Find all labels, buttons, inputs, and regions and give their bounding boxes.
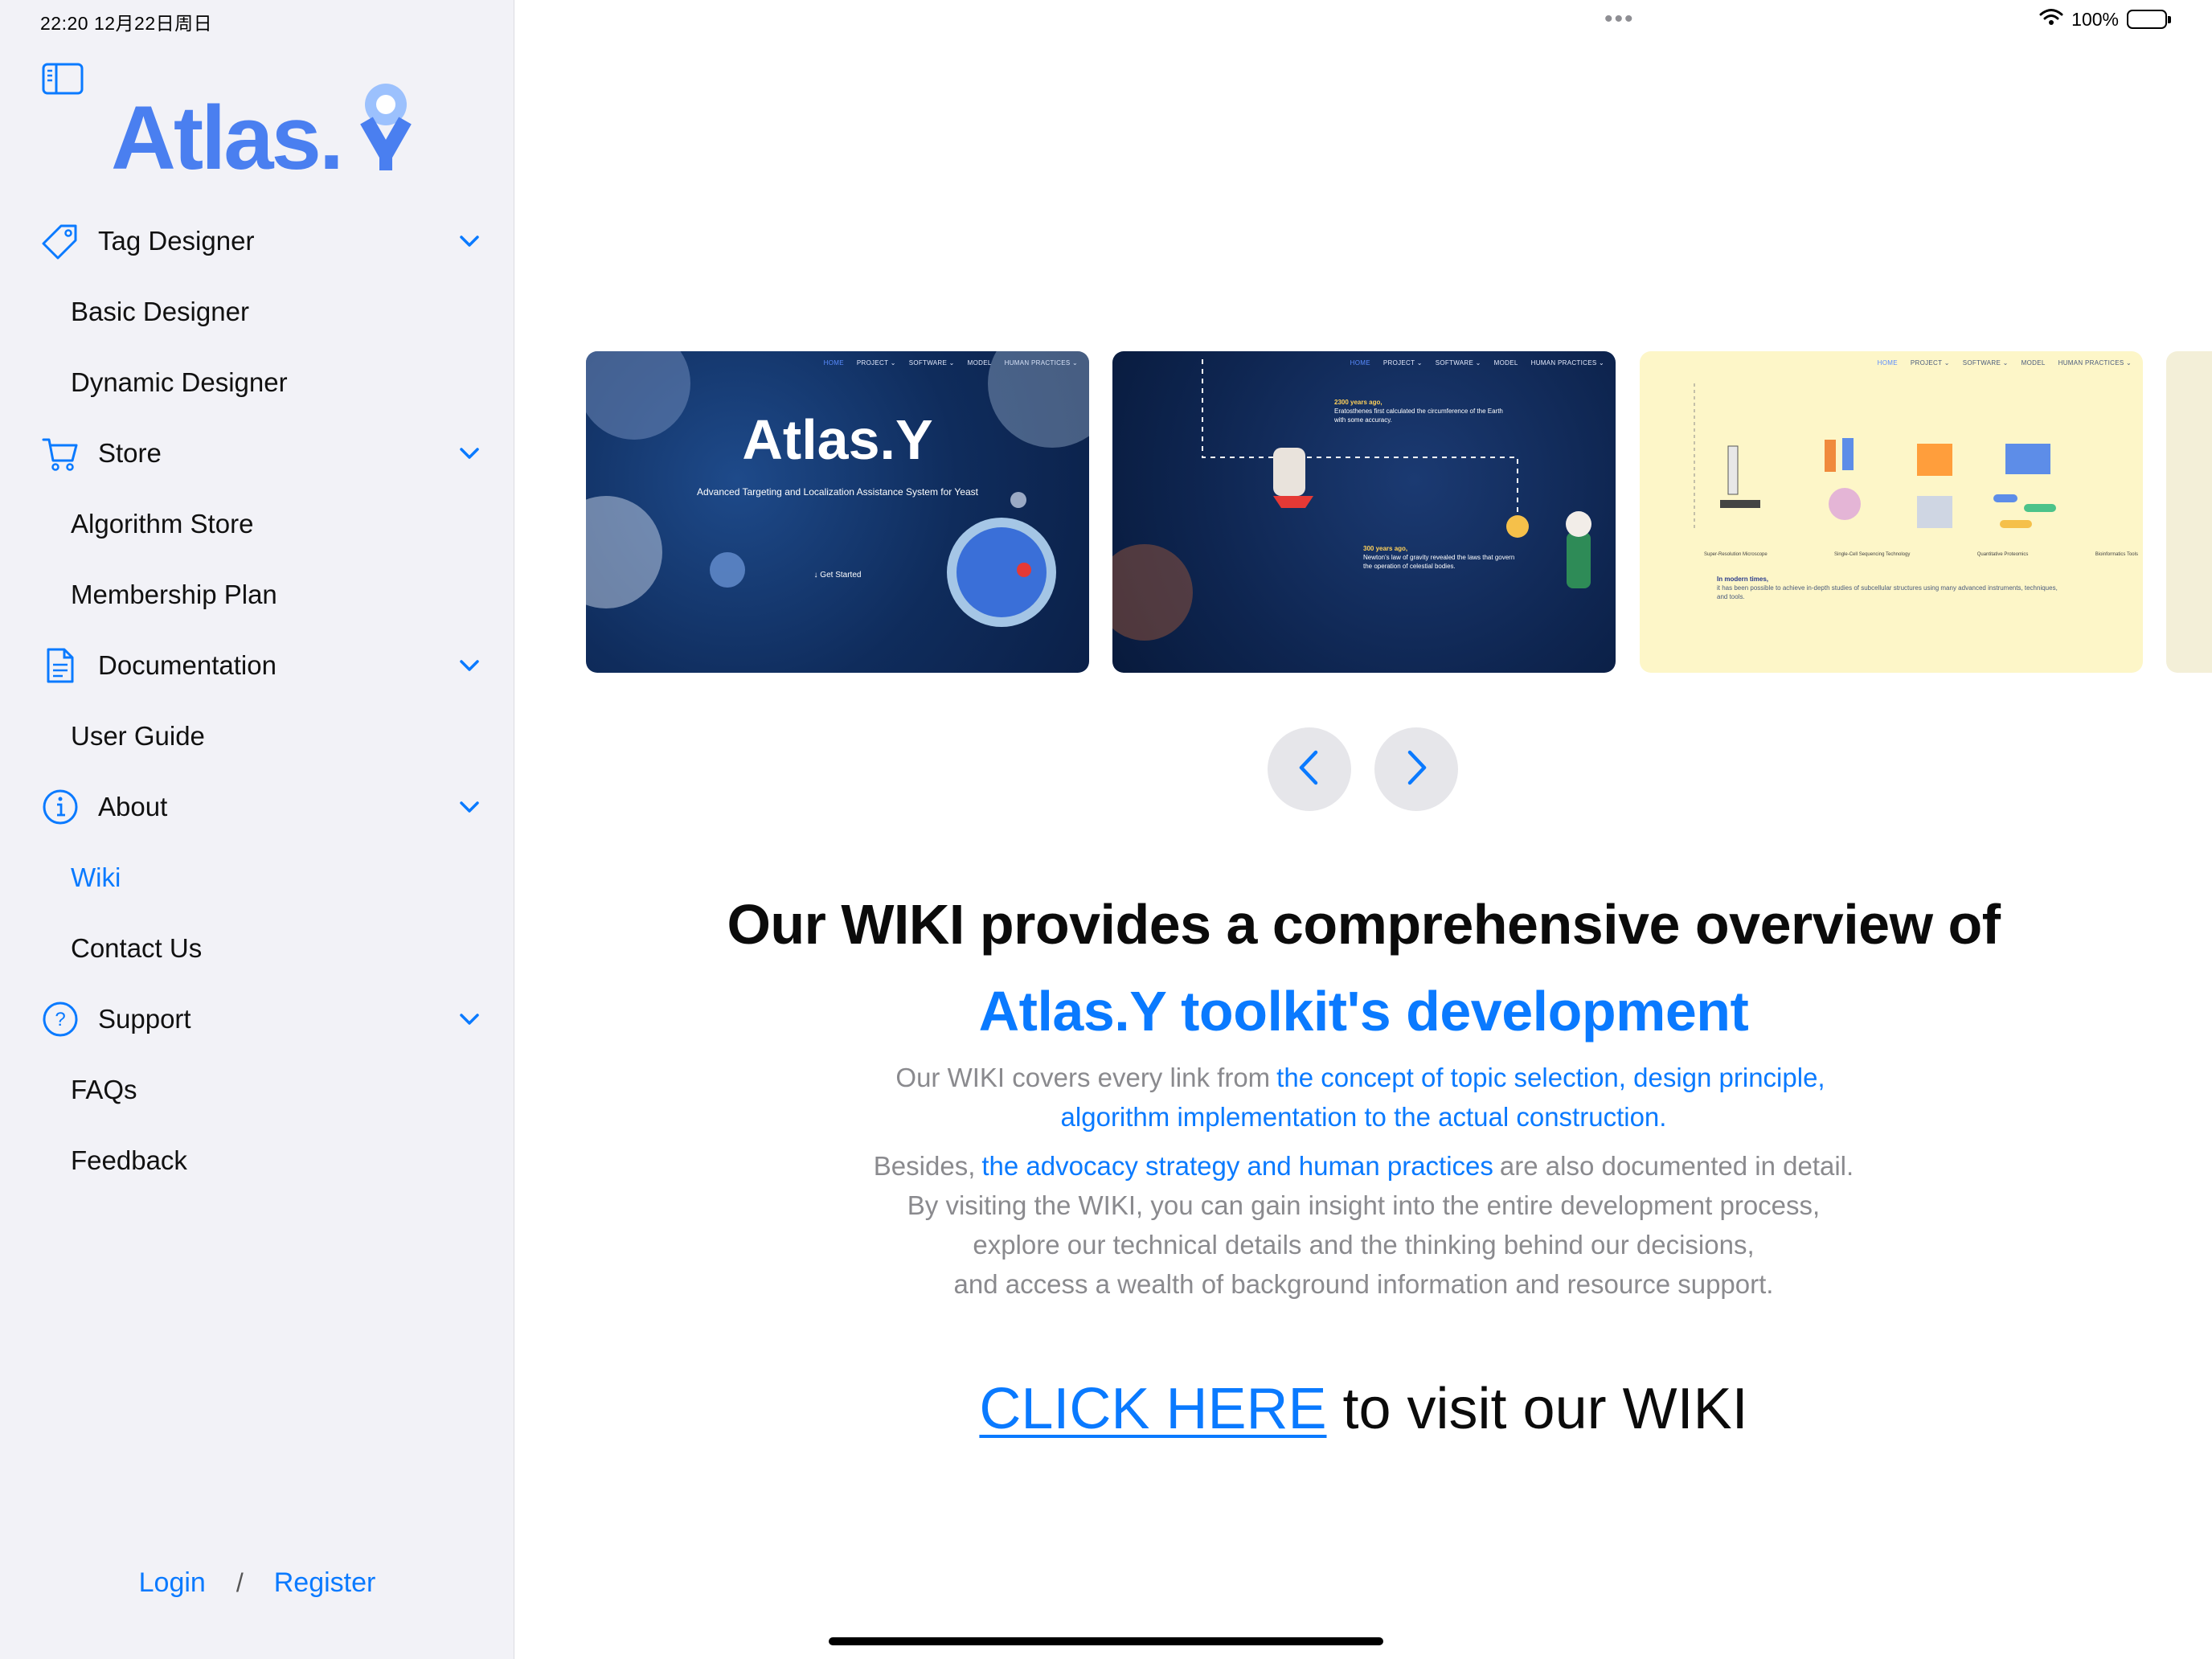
sidebar-item-feedback[interactable]: Feedback	[0, 1125, 514, 1196]
description-text: Our WIKI covers every link from	[895, 1063, 1271, 1092]
tag-icon	[42, 223, 79, 260]
slide-3-caption: Single-Cell Sequencing Technology	[1834, 552, 1911, 557]
description-text: are also documented in detail.	[1499, 1151, 1854, 1181]
sidebar-item-membership-plan[interactable]: Membership Plan	[0, 559, 514, 630]
slide-1-artwork	[586, 351, 1089, 627]
slide-2-text1: 2300 years ago, Eratosthenes first calcu…	[1334, 398, 1503, 424]
sidebar-item-wiki[interactable]: Wiki	[0, 842, 514, 913]
slide-3-text: In modern times, it has been possible to…	[1717, 575, 2062, 601]
carousel-slide-2[interactable]: HOME PROJECT ⌄ SOFTWARE ⌄ MODEL HUMAN PR…	[1112, 351, 1616, 673]
slide-3-artwork	[1694, 383, 2056, 528]
sidebar-nav: Tag Designer Basic Designer Dynamic Desi…	[0, 206, 514, 1196]
multitasking-dots-icon[interactable]: •••	[1604, 7, 1635, 31]
description-highlight: algorithm implementation to the actual c…	[1060, 1102, 1667, 1132]
chevron-right-icon	[1400, 748, 1432, 792]
sidebar-section-label: Store	[98, 438, 162, 468]
slide-2-text2-title: 300 years ago,	[1363, 545, 1408, 552]
slide-3-text-body: it has been possible to achieve in-depth…	[1717, 584, 2058, 600]
sidebar-item-contact-us[interactable]: Contact Us	[0, 913, 514, 984]
cart-icon	[42, 435, 79, 472]
click-here-link[interactable]: CLICK HERE	[979, 1377, 1326, 1441]
sidebar-section-label: Support	[98, 1004, 191, 1034]
sidebar-item-faqs[interactable]: FAQs	[0, 1055, 514, 1125]
sidebar-item-basic-designer[interactable]: Basic Designer	[0, 276, 514, 347]
svg-text:Atlas.: Atlas.	[111, 88, 342, 177]
wifi-icon	[2039, 8, 2063, 31]
sidebar-section-about[interactable]: About	[0, 772, 514, 842]
slide-3-caption: Bioinformatics Tools	[2095, 552, 2138, 557]
chevron-down-icon[interactable]	[457, 794, 482, 820]
status-indicators: 100%	[2039, 8, 2171, 31]
sidebar-section-documentation[interactable]: Documentation	[0, 630, 514, 701]
sidebar-item-algorithm-store[interactable]: Algorithm Store	[0, 489, 514, 559]
description-text: Besides,	[873, 1151, 976, 1181]
sidebar-section-support[interactable]: ? Support	[0, 984, 514, 1055]
battery-icon	[2127, 10, 2171, 29]
chevron-down-icon[interactable]	[457, 653, 482, 678]
carousel-slide-3[interactable]: HOME PROJECT ⌄ SOFTWARE ⌄ MODEL HUMAN PR…	[1640, 351, 2143, 673]
battery-percent: 100%	[2071, 8, 2119, 30]
home-indicator[interactable]	[829, 1637, 1383, 1645]
sidebar-section-store[interactable]: Store	[0, 418, 514, 489]
wiki-cta: CLICK HERE to visit our WIKI	[515, 1376, 2212, 1442]
sidebar: 22:20 12月22日周日 Atlas. Tag Designer Basic…	[0, 0, 514, 1659]
carousel-slide-4[interactable]	[2166, 351, 2212, 673]
sidebar-section-label: Documentation	[98, 650, 276, 680]
login-link[interactable]: Login	[139, 1567, 206, 1599]
question-icon: ?	[42, 1001, 79, 1038]
slide-3-caption: Quantitative Proteomics	[1976, 552, 2029, 557]
slide-2-text1-body: Eratosthenes first calculated the circum…	[1334, 408, 1503, 424]
chevron-down-icon[interactable]	[457, 1006, 482, 1032]
description-highlight: the concept of topic selection, design p…	[1276, 1063, 1825, 1092]
wiki-headline-highlight: Atlas.Y toolkit's development	[978, 980, 1749, 1043]
slide-1-get-started[interactable]: ↓ Get Started	[586, 571, 1089, 580]
sidebar-section-tag-designer[interactable]: Tag Designer	[0, 206, 514, 276]
register-link[interactable]: Register	[274, 1567, 376, 1599]
sidebar-item-user-guide[interactable]: User Guide	[0, 701, 514, 772]
info-icon	[42, 789, 79, 825]
sidebar-item-dynamic-designer[interactable]: Dynamic Designer	[0, 347, 514, 418]
slide-3-caption: Super-Resolution Microscope	[1704, 552, 1768, 557]
slide-1-subtitle: Advanced Targeting and Localization Assi…	[697, 486, 978, 498]
wiki-description-1: Our WIKI covers every link from the conce…	[515, 1058, 2212, 1137]
description-highlight: the advocacy strategy and human practice…	[981, 1151, 1493, 1181]
chevron-left-icon	[1293, 748, 1325, 792]
slide-2-text2: 300 years ago, Newton's law of gravity r…	[1363, 544, 1524, 571]
main-content: ••• 100% HOME PROJECT ⌄ SOFTWARE ⌄ MODEL…	[515, 0, 2212, 1659]
svg-text:?: ?	[55, 1009, 65, 1030]
slide-3-captions: Super-Resolution Microscope Single-Cell …	[1704, 552, 2138, 557]
chevron-down-icon[interactable]	[457, 440, 482, 466]
cta-text: to visit our WIKI	[1326, 1377, 1748, 1441]
sidebar-toggle-icon[interactable]	[42, 63, 84, 95]
carousel-prev-button[interactable]	[1268, 727, 1351, 811]
description-text: and access a wealth of background inform…	[953, 1269, 1774, 1299]
document-icon	[42, 647, 79, 684]
auth-links: Login / Register	[0, 1567, 514, 1599]
auth-separator: /	[236, 1568, 244, 1597]
description-text: explore our technical details and the th…	[973, 1230, 1755, 1260]
sidebar-section-label: Tag Designer	[98, 226, 255, 256]
slide-1-title: Atlas.Y	[742, 408, 933, 471]
description-text: By visiting the WIKI, you can gain insig…	[907, 1190, 1821, 1220]
wiki-headline: Our WIKI provides a comprehensive overvi…	[727, 893, 2001, 956]
status-time: 22:20 12月22日周日	[40, 13, 213, 34]
slide-3-text-title: In modern times,	[1717, 576, 1769, 583]
wiki-description-2: Besides, the advocacy strategy and human …	[515, 1146, 2212, 1304]
sidebar-section-label: About	[98, 792, 168, 821]
slide-2-text2-body: Newton's law of gravity revealed the law…	[1363, 554, 1515, 570]
chevron-down-icon[interactable]	[457, 228, 482, 254]
slide-2-text1-title: 2300 years ago,	[1334, 399, 1382, 406]
app-logo: Atlas.	[111, 80, 432, 188]
carousel-next-button[interactable]	[1374, 727, 1458, 811]
wiki-carousel: HOME PROJECT ⌄ SOFTWARE ⌄ MODEL HUMAN PR…	[586, 351, 2212, 673]
carousel-slide-1[interactable]: HOME PROJECT ⌄ SOFTWARE ⌄ MODEL HUMAN PR…	[586, 351, 1089, 673]
